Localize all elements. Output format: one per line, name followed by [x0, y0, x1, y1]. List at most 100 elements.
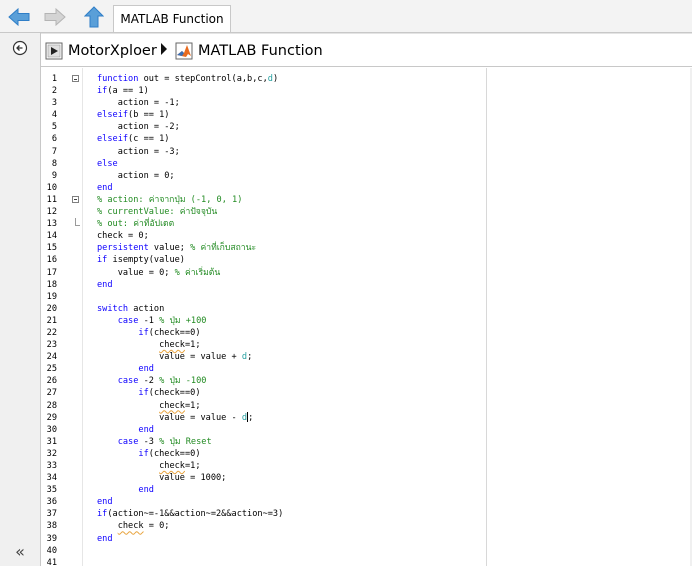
code-line[interactable]: 32 if(check==0)	[41, 448, 681, 460]
code-text[interactable]: check=1;	[97, 400, 200, 412]
code-text[interactable]: if(action~=-1&&action~=2&&action~=3)	[97, 508, 283, 520]
code-line[interactable]: 18 end	[41, 279, 681, 291]
code-text[interactable]: end	[97, 424, 154, 436]
code-text[interactable]: end	[97, 279, 113, 291]
code-line[interactable]: 23 check=1;	[41, 339, 681, 351]
code-line[interactable]: 21 case -1 % ปุ่ม +100	[41, 315, 681, 327]
line-number: 13	[46, 219, 57, 230]
tab-matlab-function[interactable]: MATLAB Function	[113, 5, 231, 32]
line-number: 32	[46, 448, 57, 459]
code-line[interactable]: 26 case -2 % ปุ่ม -100	[41, 375, 681, 387]
code-text[interactable]: % action: ค่าจากปุ่ม (-1, 0, 1)	[97, 194, 242, 206]
code-text[interactable]: if(a == 1)	[97, 85, 149, 97]
code-line[interactable]: 5 action = -2;	[41, 121, 681, 133]
collapse-sidebar-button[interactable]: «	[0, 538, 40, 564]
code-line[interactable]: 39 end	[41, 533, 681, 545]
code-line[interactable]: 7 action = -3;	[41, 146, 681, 158]
fold-toggle-icon[interactable]	[72, 195, 79, 203]
line-number: 15	[46, 243, 57, 254]
code-line[interactable]: 13 % out: ค่าที่อัปเดต	[41, 218, 681, 230]
code-line[interactable]: 34 value = 1000;	[41, 472, 681, 484]
code-text[interactable]: elseif(c == 1)	[97, 133, 169, 145]
code-line[interactable]: 3 action = -1;	[41, 97, 681, 109]
code-text[interactable]: action = 0;	[97, 170, 175, 182]
code-line[interactable]: 1 function out = stepControl(a,b,c,d)	[41, 73, 681, 85]
code-line[interactable]: 15 persistent value; % ค่าที่เก็บสถานะ	[41, 242, 681, 254]
code-line[interactable]: 24 value = value + d;	[41, 351, 681, 363]
code-line[interactable]: 30 end	[41, 424, 681, 436]
code-line[interactable]: 9 action = 0;	[41, 170, 681, 182]
code-text[interactable]: if isempty(value)	[97, 254, 185, 266]
code-text[interactable]: value = value - d;	[97, 412, 253, 424]
code-text[interactable]: % out: ค่าที่อัปเดต	[97, 218, 174, 230]
code-line[interactable]: 12 % currentValue: ค่าปัจจุบัน	[41, 206, 681, 218]
code-text[interactable]: switch action	[97, 303, 164, 315]
code-text[interactable]: action = -2;	[97, 121, 180, 133]
code-lines[interactable]: 1 function out = stepControl(a,b,c,d) 2 if(…	[41, 73, 681, 569]
line-number: 26	[46, 376, 57, 387]
code-text[interactable]: check = 0;	[97, 230, 149, 242]
up-button[interactable]	[80, 4, 108, 30]
line-number: 12	[46, 207, 57, 218]
code-text[interactable]: function out = stepControl(a,b,c,d)	[97, 73, 278, 85]
code-text[interactable]: end	[97, 363, 154, 375]
code-line[interactable]: 38 check = 0;	[41, 520, 681, 532]
code-line[interactable]: 35 end	[41, 484, 681, 496]
fold-toggle-icon[interactable]	[72, 75, 79, 82]
code-text[interactable]: value = value + d;	[97, 351, 252, 363]
code-line[interactable]: 4 elseif(b == 1)	[41, 109, 681, 121]
code-text[interactable]: value = 0; % ค่าเริ่มต้น	[97, 267, 221, 279]
code-text[interactable]: else	[97, 158, 118, 170]
code-line[interactable]: 8 else	[41, 158, 681, 170]
code-line[interactable]: 6 elseif(c == 1)	[41, 133, 681, 145]
code-text[interactable]: action = -3;	[97, 146, 180, 158]
breadcrumb-model[interactable]: MotorXploer	[45, 41, 157, 61]
line-number: 10	[46, 182, 57, 193]
code-line[interactable]: 19	[41, 291, 681, 303]
code-text[interactable]: end	[97, 533, 113, 545]
code-text[interactable]: check = 0;	[97, 520, 170, 532]
code-line[interactable]: 31 case -3 % ปุ่ม Reset	[41, 436, 681, 448]
code-line[interactable]: 14 check = 0;	[41, 230, 681, 242]
code-text[interactable]: check=1;	[97, 460, 200, 472]
forward-button[interactable]	[41, 4, 69, 30]
code-line[interactable]: 28 check=1;	[41, 400, 681, 412]
hide-explorer-button[interactable]	[0, 35, 40, 61]
code-line[interactable]: 29 value = value - d;	[41, 412, 681, 424]
code-line[interactable]: 16 if isempty(value)	[41, 254, 681, 266]
back-button[interactable]	[5, 4, 33, 30]
code-text[interactable]: if(check==0)	[97, 387, 200, 399]
code-line[interactable]: 36 end	[41, 496, 681, 508]
code-line[interactable]: 41	[41, 557, 681, 569]
code-line[interactable]: 20 switch action	[41, 303, 681, 315]
line-number: 34	[46, 473, 57, 484]
code-line[interactable]: 25 end	[41, 363, 681, 375]
code-text[interactable]: value = 1000;	[97, 472, 226, 484]
code-line[interactable]: 22 if(check==0)	[41, 327, 681, 339]
breadcrumb-separator-icon	[161, 43, 167, 55]
code-text[interactable]: case -1 % ปุ่ม +100	[97, 315, 207, 327]
code-line[interactable]: 37 if(action~=-1&&action~=2&&action~=3)	[41, 508, 681, 520]
code-line[interactable]: 27 if(check==0)	[41, 387, 681, 399]
code-text[interactable]: elseif(b == 1)	[97, 109, 169, 121]
code-line[interactable]: 2 if(a == 1)	[41, 85, 681, 97]
breadcrumb-block[interactable]: MATLAB Function	[175, 41, 323, 61]
code-line[interactable]: 40	[41, 545, 681, 557]
code-line[interactable]: 11 % action: ค่าจากปุ่ม (-1, 0, 1)	[41, 194, 681, 206]
code-text[interactable]: action = -1;	[97, 97, 180, 109]
code-text[interactable]: if(check==0)	[97, 448, 200, 460]
code-line[interactable]: 33 check=1;	[41, 460, 681, 472]
code-line[interactable]: 10 end	[41, 182, 681, 194]
code-line[interactable]: 17 value = 0; % ค่าเริ่มต้น	[41, 267, 681, 279]
code-text[interactable]: persistent value; % ค่าที่เก็บสถานะ	[97, 242, 256, 254]
line-number: 29	[46, 412, 57, 423]
code-text[interactable]: % currentValue: ค่าปัจจุบัน	[97, 206, 217, 218]
code-text[interactable]: if(check==0)	[97, 327, 200, 339]
fold-end-marker	[75, 218, 80, 227]
code-text[interactable]: case -2 % ปุ่ม -100	[97, 375, 207, 387]
code-text[interactable]: check=1;	[97, 339, 200, 351]
code-text[interactable]: end	[97, 496, 113, 508]
code-text[interactable]: end	[97, 484, 154, 496]
code-text[interactable]: case -3 % ปุ่ม Reset	[97, 436, 212, 448]
code-text[interactable]: end	[97, 182, 113, 194]
